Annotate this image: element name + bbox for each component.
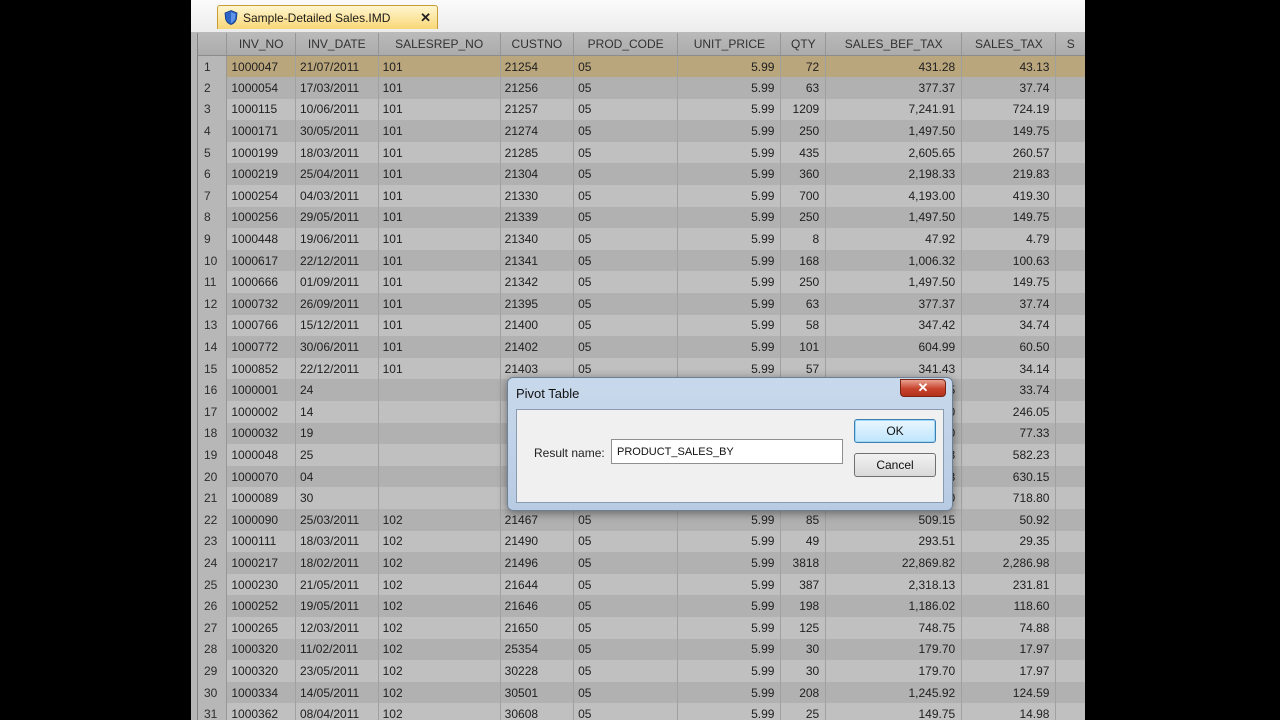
dialog-body: Result name: OK Cancel — [516, 409, 944, 503]
app-window: Sample-Detailed Sales.IMD ✕ INV_NO INV_DA… — [191, 0, 1085, 720]
dialog-close-button[interactable]: ✕ — [900, 379, 946, 397]
document-tab-title: Sample-Detailed Sales.IMD — [243, 10, 391, 25]
tab-close-icon[interactable]: ✕ — [420, 10, 431, 26]
cancel-button[interactable]: Cancel — [854, 453, 936, 477]
result-name-label: Result name: — [534, 446, 605, 460]
dialog-title: Pivot Table — [516, 386, 580, 401]
ok-button[interactable]: OK — [854, 419, 936, 443]
document-tab-strip: Sample-Detailed Sales.IMD ✕ — [191, 0, 1085, 33]
pivot-table-dialog: Pivot Table ✕ Result name: OK Cancel — [507, 377, 953, 511]
document-tab[interactable]: Sample-Detailed Sales.IMD ✕ — [217, 5, 438, 29]
result-name-input[interactable] — [611, 439, 843, 464]
database-shield-icon — [224, 10, 238, 25]
